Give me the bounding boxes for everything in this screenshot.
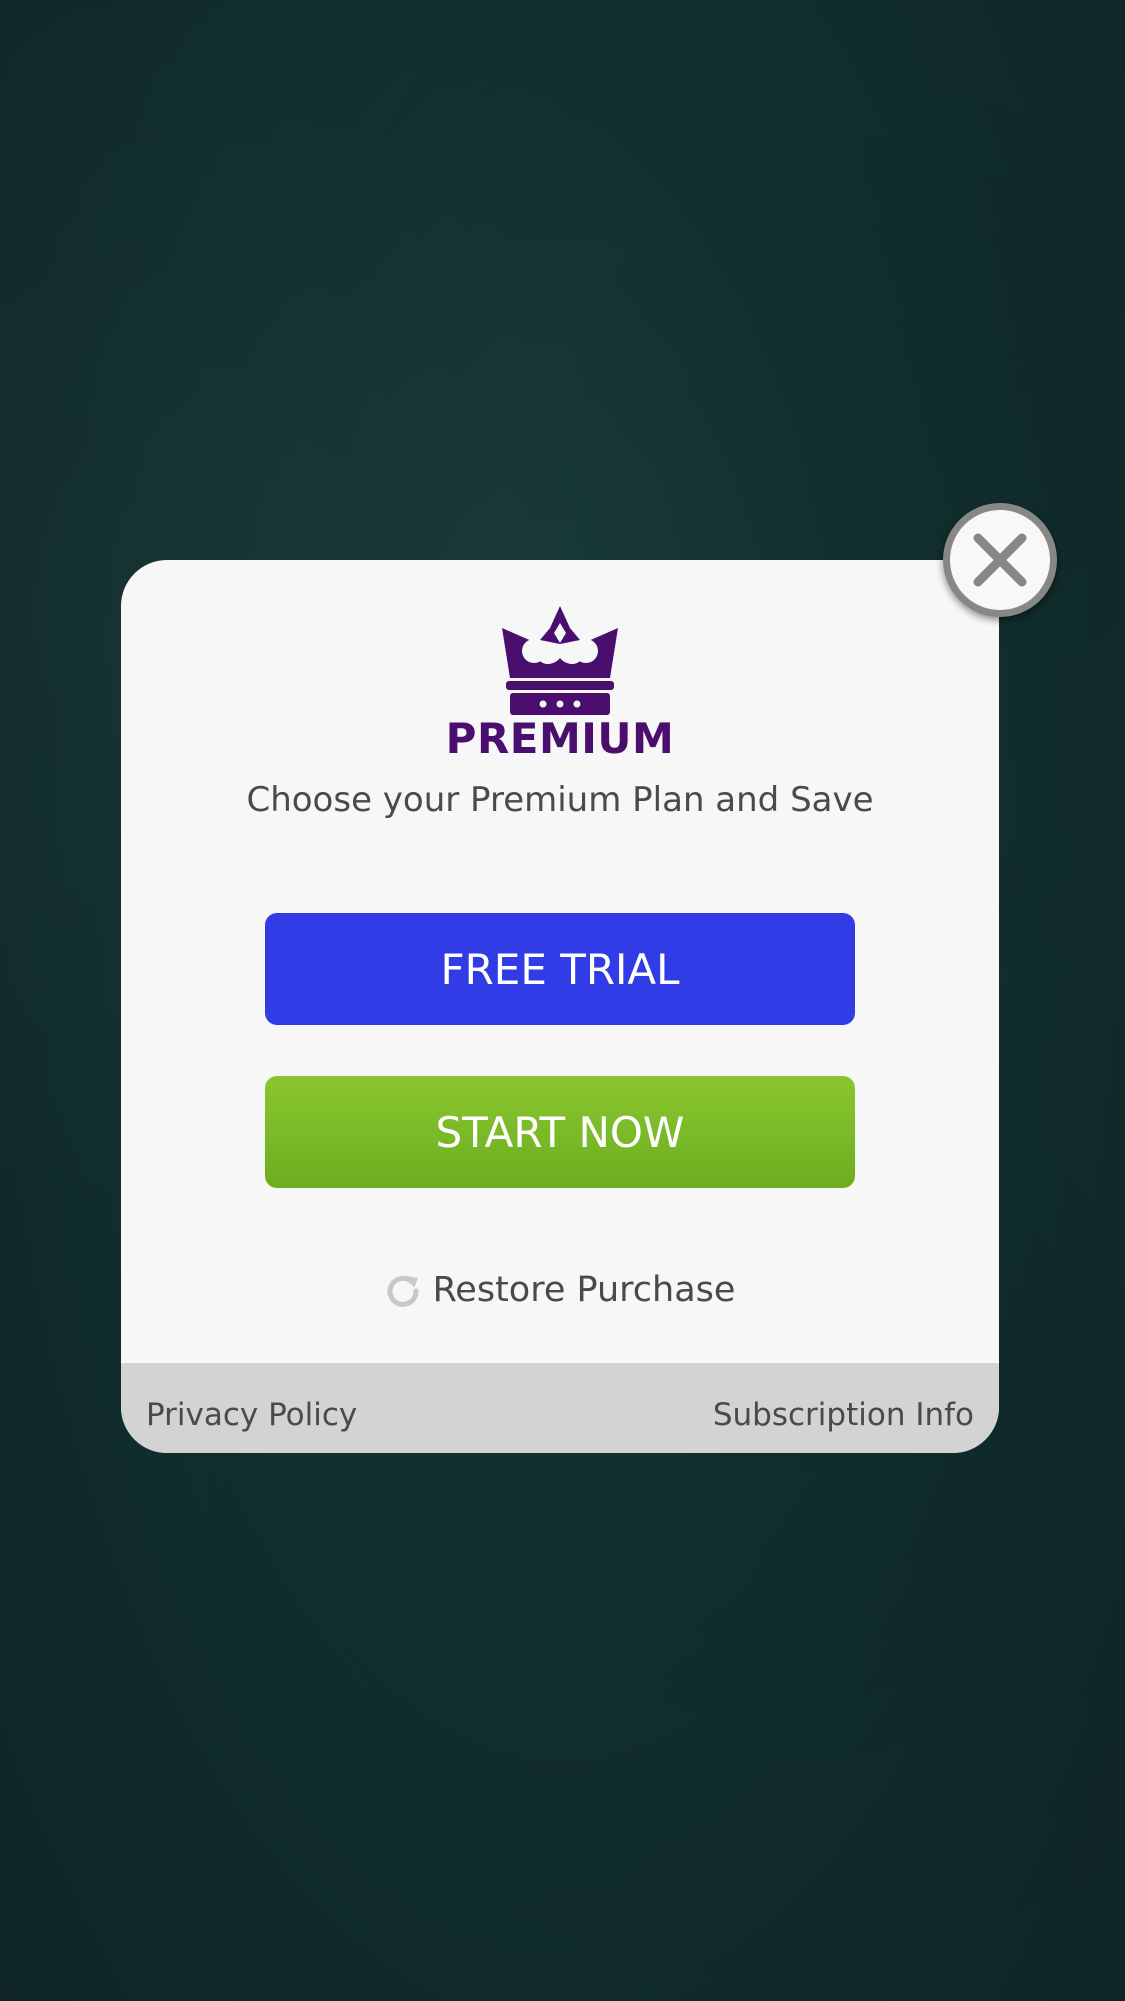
- premium-title: PREMIUM: [445, 714, 675, 763]
- close-icon: [973, 533, 1027, 587]
- premium-subtitle: Choose your Premium Plan and Save: [246, 780, 874, 820]
- start-now-button[interactable]: START NOW: [265, 1076, 855, 1188]
- refresh-icon: [387, 1275, 419, 1307]
- close-button[interactable]: [943, 503, 1057, 617]
- privacy-policy-link[interactable]: Privacy Policy: [146, 1363, 357, 1453]
- premium-dialog: PREMIUM Choose your Premium Plan and Sav…: [121, 560, 999, 1453]
- subscription-info-link[interactable]: Subscription Info: [713, 1363, 974, 1453]
- restore-purchase-link[interactable]: Restore Purchase: [121, 1270, 999, 1310]
- restore-purchase-label: Restore Purchase: [432, 1270, 736, 1310]
- dialog-footer: Privacy Policy Subscription Info: [121, 1363, 999, 1453]
- crown-icon: [502, 606, 618, 715]
- free-trial-button[interactable]: FREE TRIAL: [265, 913, 855, 1025]
